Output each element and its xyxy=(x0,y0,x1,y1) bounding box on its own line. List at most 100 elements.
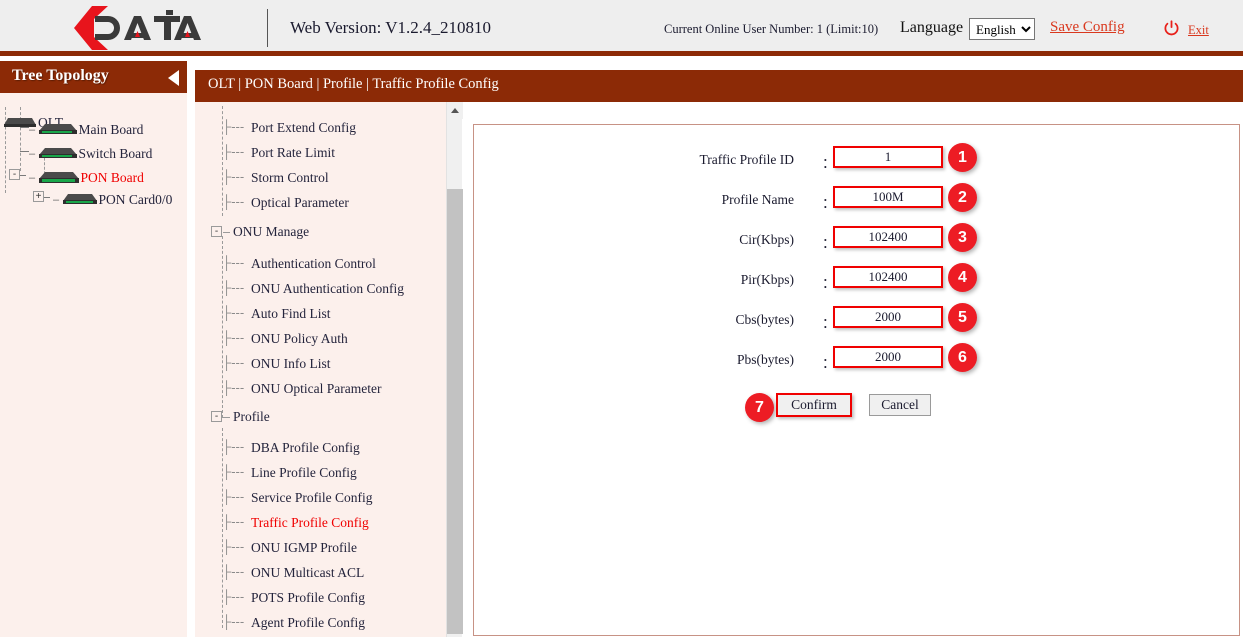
tree-node-label: PON Board xyxy=(81,170,144,185)
nav-connector: ├--- xyxy=(222,169,244,184)
field-label: Pir(Kbps) xyxy=(741,272,794,288)
nav-scrollbar[interactable] xyxy=(446,102,462,637)
web-version-label: Web Version: V1.2.4_210810 xyxy=(290,18,491,38)
tree-topology-title: Tree Topology xyxy=(12,67,109,85)
field-input-4[interactable] xyxy=(833,306,943,328)
form-row: Cir(Kbps)：3 xyxy=(474,226,1241,258)
field-label: Cir(Kbps) xyxy=(739,232,794,248)
device-icon xyxy=(63,193,97,206)
nav-connector: ├--- xyxy=(222,564,244,579)
nav-item-12[interactable]: DBA Profile Config xyxy=(251,440,360,456)
tree-node-label: Main Board xyxy=(79,122,144,137)
nav-item-3[interactable]: Optical Parameter xyxy=(251,195,349,211)
device-icon xyxy=(39,171,79,185)
triangle-up-icon[interactable] xyxy=(447,102,463,119)
nav-connector: ├--- xyxy=(222,330,244,345)
form-button-row: 7 Confirm Cancel xyxy=(474,393,1241,427)
nav-item-11[interactable]: Profile xyxy=(233,409,270,425)
nav-item-9[interactable]: ONU Info List xyxy=(251,356,331,372)
nav-toggle-4[interactable]: - xyxy=(211,226,222,237)
save-config-link[interactable]: Save Config xyxy=(1050,19,1125,36)
nav-item-1[interactable]: Port Rate Limit xyxy=(251,145,335,161)
nav-scrollbar-thumb[interactable] xyxy=(447,189,463,634)
nav-connector: ├--- xyxy=(222,539,244,554)
nav-item-14[interactable]: Service Profile Config xyxy=(251,490,372,506)
cdata-logo xyxy=(62,4,202,52)
content-panel: Traffic Profile ID：1Profile Name：2Cir(Kb… xyxy=(473,124,1240,636)
field-input-1[interactable] xyxy=(833,186,943,208)
field-input-2[interactable] xyxy=(833,226,943,248)
header-divider xyxy=(267,9,268,47)
tree-connector xyxy=(43,197,50,198)
language-select[interactable]: English xyxy=(969,18,1035,40)
annotation-badge-1: 1 xyxy=(948,143,977,172)
nav-item-5[interactable]: Authentication Control xyxy=(251,256,376,272)
nav-item-2[interactable]: Storm Control xyxy=(251,170,329,186)
nav-item-7[interactable]: Auto Find List xyxy=(251,306,331,322)
device-icon xyxy=(39,147,77,160)
tree-topology-panel: Tree Topology OLT – Main Board xyxy=(0,61,187,637)
nav-connector: ├--- xyxy=(222,119,244,134)
tree-tick: – xyxy=(29,148,35,160)
nav-connector xyxy=(223,417,230,418)
nav-item-4[interactable]: ONU Manage xyxy=(233,224,309,240)
nav-connector xyxy=(223,232,230,233)
tree-node-pon-board[interactable]: – PON Board xyxy=(29,169,144,186)
nav-connector: ├--- xyxy=(222,439,244,454)
nav-item-6[interactable]: ONU Authentication Config xyxy=(251,281,404,297)
nav-item-10[interactable]: ONU Optical Parameter xyxy=(251,381,381,397)
breadcrumb: OLT | PON Board | Profile | Traffic Prof… xyxy=(208,76,499,93)
tree-node-label: PON Card0/0 xyxy=(99,192,173,207)
field-input-5[interactable] xyxy=(833,346,943,368)
annotation-badge-5: 5 xyxy=(948,303,977,332)
nav-item-16[interactable]: ONU IGMP Profile xyxy=(251,540,357,556)
nav-item-18[interactable]: POTS Profile Config xyxy=(251,590,365,606)
annotation-badge-7: 7 xyxy=(745,393,774,422)
tree-toggle-pon-card[interactable]: + xyxy=(33,191,44,202)
nav-connector: ├--- xyxy=(222,489,244,504)
field-input-0[interactable] xyxy=(833,146,943,168)
field-input-3[interactable] xyxy=(833,266,943,288)
power-icon[interactable] xyxy=(1163,20,1180,37)
nav-connector: ├--- xyxy=(222,194,244,209)
exit-link[interactable]: Exit xyxy=(1188,23,1209,38)
nav-item-17[interactable]: ONU Multicast ACL xyxy=(251,565,364,581)
nav-menu-panel: ├--- Port Extend Config ├--- Port Rate Limi… xyxy=(195,102,457,637)
field-label: Cbs(bytes) xyxy=(736,312,795,328)
nav-toggle-11[interactable]: - xyxy=(211,411,222,422)
tree-node-switch-board[interactable]: – Switch Board xyxy=(29,145,152,162)
nav-connector: ├--- xyxy=(222,305,244,320)
form-row: Cbs(bytes)：5 xyxy=(474,306,1241,338)
form-row: Traffic Profile ID：1 xyxy=(474,146,1241,178)
tree-tick: – xyxy=(29,124,35,136)
annotation-badge-2: 2 xyxy=(948,183,977,212)
annotation-badge-4: 4 xyxy=(948,263,977,292)
nav-item-19[interactable]: Agent Profile Config xyxy=(251,615,365,631)
nav-item-0[interactable]: Port Extend Config xyxy=(251,120,356,136)
chevron-left-icon[interactable] xyxy=(168,70,179,86)
field-label: Traffic Profile ID xyxy=(700,152,795,168)
tree-toggle-pon-board[interactable]: - xyxy=(9,169,20,180)
breadcrumb-bar: OLT | PON Board | Profile | Traffic Prof… xyxy=(195,70,1243,102)
nav-connector: ├--- xyxy=(222,255,244,270)
tree-node-main-board[interactable]: – Main Board xyxy=(29,121,143,138)
nav-connector: ├--- xyxy=(222,464,244,479)
form-row: Pir(Kbps)：4 xyxy=(474,266,1241,298)
device-icon xyxy=(39,123,77,136)
tree-node-pon-card[interactable]: – PON Card0/0 xyxy=(53,191,172,208)
confirm-button[interactable]: Confirm xyxy=(776,393,852,417)
traffic-profile-form: Traffic Profile ID：1Profile Name：2Cir(Kb… xyxy=(474,125,1241,425)
nav-connector: ├--- xyxy=(222,355,244,370)
nav-connector: ├--- xyxy=(222,514,244,529)
tree-tick: – xyxy=(29,172,35,184)
cancel-button[interactable]: Cancel xyxy=(869,394,931,416)
nav-connector: ├--- xyxy=(222,144,244,159)
field-label: Profile Name xyxy=(722,192,794,208)
nav-item-13[interactable]: Line Profile Config xyxy=(251,465,357,481)
nav-item-15[interactable]: Traffic Profile Config xyxy=(251,515,369,531)
nav-item-8[interactable]: ONU Policy Auth xyxy=(251,331,348,347)
nav-connector: ├--- xyxy=(222,589,244,604)
nav-connector: ├--- xyxy=(222,614,244,629)
tree-topology-body: OLT – Main Board – Switch Board - – xyxy=(0,93,187,637)
top-header: Web Version: V1.2.4_210810 Current Onlin… xyxy=(0,0,1243,56)
